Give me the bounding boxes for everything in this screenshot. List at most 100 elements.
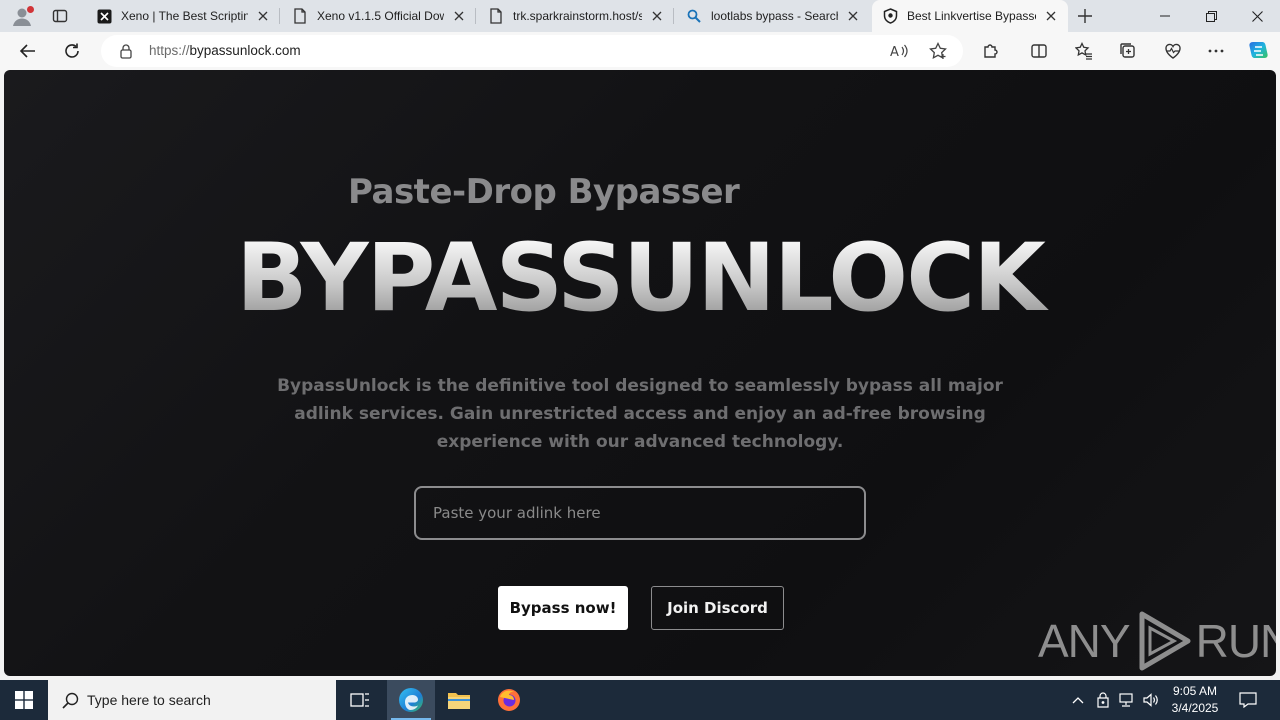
windows-logo-icon bbox=[15, 691, 33, 709]
browser-essentials-button[interactable] bbox=[1158, 36, 1188, 66]
collections-icon bbox=[1120, 43, 1135, 58]
close-tab-icon[interactable] bbox=[450, 7, 468, 25]
extensions-button[interactable] bbox=[976, 36, 1006, 66]
restore-button[interactable] bbox=[1188, 0, 1234, 32]
close-tab-icon[interactable] bbox=[1042, 7, 1060, 25]
address-bar[interactable]: https://bypassunlock.com A bbox=[101, 35, 963, 67]
edge-icon bbox=[399, 688, 423, 712]
url-scheme: https:// bbox=[149, 43, 190, 58]
taskbar: Type here to search 9:05 AM 3/4/2025 bbox=[0, 680, 1280, 720]
minimize-button[interactable] bbox=[1142, 0, 1188, 32]
browser-toolbar: https://bypassunlock.com A bbox=[0, 32, 1280, 70]
task-view-icon bbox=[350, 693, 369, 707]
restore-icon bbox=[1205, 10, 1217, 22]
tab-actions-icon bbox=[52, 9, 68, 23]
notification-dot bbox=[27, 6, 34, 13]
start-button[interactable] bbox=[0, 680, 48, 720]
url-host: bypassunlock.com bbox=[189, 43, 301, 58]
tab-title: Xeno v1.1.5 Official Dow bbox=[317, 9, 444, 23]
play-logo-icon bbox=[1139, 611, 1191, 671]
minimize-icon bbox=[1160, 15, 1170, 17]
tray-network[interactable] bbox=[1116, 680, 1138, 720]
more-icon bbox=[1208, 49, 1224, 53]
tab-actions-button[interactable] bbox=[46, 3, 74, 29]
read-aloud-icon: A bbox=[890, 44, 908, 60]
firefox-icon bbox=[498, 689, 520, 711]
favorites-icon bbox=[1075, 42, 1092, 60]
page-icon bbox=[292, 8, 308, 24]
adlink-input[interactable] bbox=[414, 486, 866, 540]
collections-button[interactable] bbox=[1113, 36, 1143, 66]
close-icon bbox=[1251, 10, 1263, 22]
tab-title: Best Linkvertise Bypasser bbox=[907, 9, 1036, 23]
close-tab-icon[interactable] bbox=[648, 7, 666, 25]
taskbar-search-box[interactable]: Type here to search bbox=[48, 680, 336, 720]
search-icon bbox=[686, 8, 702, 24]
lock-icon[interactable] bbox=[118, 43, 134, 59]
xeno-favicon-icon bbox=[96, 8, 112, 24]
tab-lootlabs-search[interactable]: lootlabs bypass - Search bbox=[676, 0, 870, 32]
tab-sparkrainstorm[interactable]: trk.sparkrainstorm.host/s bbox=[478, 0, 674, 32]
refresh-icon bbox=[65, 43, 79, 58]
read-aloud-button[interactable]: A bbox=[884, 36, 914, 66]
notifications-button[interactable] bbox=[1230, 680, 1266, 720]
close-tab-icon[interactable] bbox=[844, 7, 862, 25]
page-subtitle: Paste-Drop Bypasser bbox=[348, 172, 740, 212]
tab-xeno[interactable]: Xeno | The Best Scripting bbox=[86, 0, 280, 32]
new-tab-button[interactable] bbox=[1071, 3, 1099, 29]
search-placeholder: Type here to search bbox=[87, 692, 211, 708]
search-icon bbox=[60, 690, 80, 710]
tray-volume[interactable] bbox=[1140, 680, 1162, 720]
svg-text:A: A bbox=[890, 45, 899, 60]
favorites-button[interactable] bbox=[1069, 36, 1099, 66]
split-screen-icon bbox=[1031, 44, 1047, 58]
settings-menu-button[interactable] bbox=[1201, 36, 1231, 66]
volume-icon bbox=[1142, 693, 1158, 707]
close-tab-icon[interactable] bbox=[254, 7, 272, 25]
join-discord-button[interactable]: Join Discord bbox=[651, 586, 784, 630]
tab-strip: Xeno | The Best Scripting Xeno v1.1.5 Of… bbox=[0, 0, 1280, 32]
tab-bypassunlock[interactable]: Best Linkvertise Bypasser bbox=[872, 0, 1068, 32]
taskbar-file-explorer[interactable] bbox=[435, 680, 483, 720]
security-icon bbox=[1097, 692, 1109, 708]
star-icon bbox=[929, 42, 947, 60]
copilot-button[interactable] bbox=[1243, 36, 1273, 66]
folder-icon bbox=[448, 693, 470, 709]
bypass-button[interactable]: Bypass now! bbox=[498, 586, 628, 630]
clock-time: 9:05 AM bbox=[1172, 684, 1218, 698]
tray-security[interactable] bbox=[1092, 680, 1114, 720]
back-arrow-icon bbox=[19, 44, 35, 58]
url-text[interactable]: https://bypassunlock.com bbox=[149, 43, 301, 58]
watermark-right-text: RUN bbox=[1195, 615, 1276, 667]
chevron-up-icon bbox=[1072, 697, 1084, 704]
tab-xeno-download[interactable]: Xeno v1.1.5 Official Dow bbox=[282, 0, 476, 32]
taskbar-firefox[interactable] bbox=[485, 680, 533, 720]
network-icon bbox=[1119, 693, 1133, 707]
task-view-button[interactable] bbox=[336, 680, 384, 720]
notification-icon bbox=[1239, 692, 1257, 708]
plus-icon bbox=[1078, 9, 1092, 23]
tab-title: trk.sparkrainstorm.host/s bbox=[513, 9, 642, 23]
page-icon bbox=[488, 8, 504, 24]
profile-button[interactable] bbox=[8, 3, 36, 29]
split-screen-button[interactable] bbox=[1024, 36, 1054, 66]
tab-title: lootlabs bypass - Search bbox=[711, 9, 838, 23]
refresh-button[interactable] bbox=[57, 36, 87, 66]
back-button[interactable] bbox=[13, 36, 43, 66]
puzzle-icon bbox=[984, 44, 998, 58]
tab-title: Xeno | The Best Scripting bbox=[121, 9, 248, 23]
close-window-button[interactable] bbox=[1234, 0, 1280, 32]
anyrun-watermark: ANY RUN bbox=[1038, 610, 1276, 672]
heartbeat-icon bbox=[1165, 43, 1181, 59]
copilot-icon bbox=[1249, 42, 1268, 58]
brand-title: BYPASSUNLOCK bbox=[4, 232, 1276, 326]
taskbar-edge[interactable] bbox=[387, 680, 435, 720]
favorite-button[interactable] bbox=[923, 36, 953, 66]
show-hidden-icons-button[interactable] bbox=[1066, 680, 1090, 720]
shield-icon bbox=[882, 8, 898, 24]
clock-date: 3/4/2025 bbox=[1171, 701, 1219, 715]
page-description: BypassUnlock is the definitive tool desi… bbox=[277, 376, 1003, 452]
page-viewport: Paste-Drop Bypasser BYPASSUNLOCK BypassU… bbox=[4, 70, 1276, 676]
watermark-left-text: ANY bbox=[1038, 615, 1131, 667]
taskbar-clock[interactable]: 9:05 AM 3/4/2025 bbox=[1160, 683, 1230, 717]
